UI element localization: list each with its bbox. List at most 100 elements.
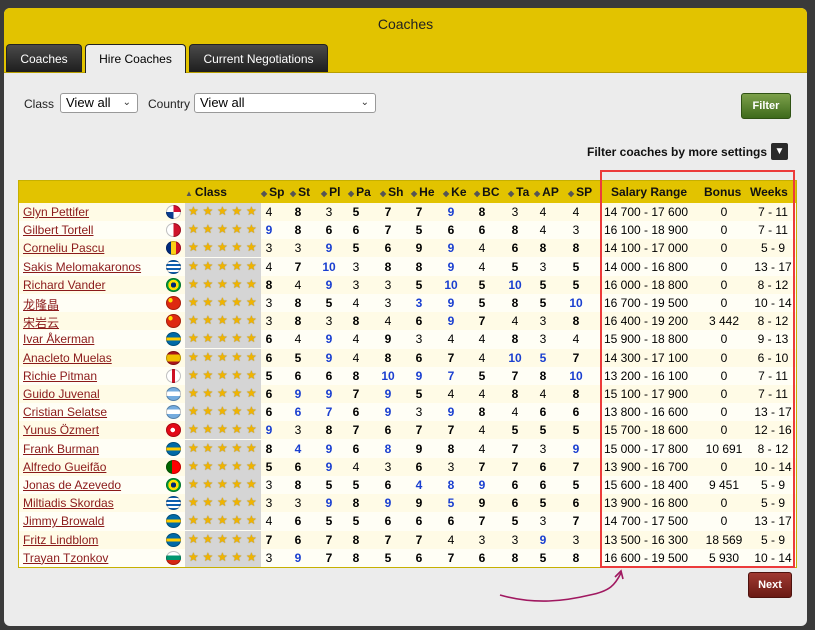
col-spt[interactable]: ◆ SP bbox=[568, 185, 592, 199]
col-st[interactable]: ◆ St bbox=[290, 185, 310, 199]
coach-name-link[interactable]: Guido Juvenal bbox=[23, 387, 100, 401]
cell-sh: 6 bbox=[384, 423, 392, 438]
col-ta-label: Ta bbox=[516, 185, 530, 199]
coach-name-link[interactable]: Ivar Åkerman bbox=[23, 332, 94, 346]
class-stars: ★ ★ ★ ★ ★ bbox=[185, 348, 261, 367]
star-icon: ★ bbox=[217, 276, 228, 291]
cell-pl: 8 bbox=[325, 423, 333, 438]
sweden-flag-icon bbox=[166, 332, 181, 347]
cell-he: 6 bbox=[415, 314, 423, 329]
col-pl[interactable]: ◆ Pl bbox=[321, 185, 341, 199]
col-sp[interactable]: ◆ Sp bbox=[261, 185, 285, 199]
col-class[interactable]: ▲ Class bbox=[185, 185, 227, 199]
chevron-down-icon: ⌄ bbox=[360, 97, 369, 108]
country-select[interactable]: View all ⌄ bbox=[194, 93, 376, 113]
cell-pa: 3 bbox=[352, 277, 360, 292]
coach-name-link[interactable]: Alfredo Gueifão bbox=[23, 460, 106, 474]
coach-name-link[interactable]: Richard Vander bbox=[23, 278, 106, 292]
col-ke-label: Ke bbox=[451, 185, 467, 199]
col-ap[interactable]: ◆ AP bbox=[534, 185, 559, 199]
cell-he: 5 bbox=[415, 387, 423, 401]
cell-spt: 6 bbox=[572, 496, 580, 511]
coach-name-link[interactable]: Yunus Özmert bbox=[23, 423, 99, 437]
col-bc[interactable]: ◆ BC bbox=[474, 185, 500, 199]
star-icon: ★ bbox=[202, 276, 214, 291]
star-icon: ★ bbox=[217, 222, 228, 237]
coach-name-link[interactable]: Glyn Pettifer bbox=[23, 205, 89, 219]
cell-sh: 9 bbox=[384, 387, 392, 401]
filter-button[interactable]: Filter bbox=[741, 93, 791, 119]
coach-name-link[interactable]: 宋岩云 bbox=[23, 314, 59, 331]
coach-name-link[interactable]: Richie Pitman bbox=[23, 369, 97, 383]
class-select[interactable]: View all ⌄ bbox=[60, 93, 138, 113]
tab-current-negotiations[interactable]: Current Negotiations bbox=[189, 44, 328, 72]
cell-pa: 4 bbox=[352, 296, 360, 310]
cell-he: 8 bbox=[415, 259, 423, 274]
star-icon: ★ bbox=[231, 404, 243, 419]
star-icon: ★ bbox=[188, 513, 199, 528]
brazil-flag-icon bbox=[166, 277, 181, 292]
col-ta[interactable]: ◆ Ta bbox=[508, 185, 529, 199]
coach-name-link[interactable]: Cristian Selatse bbox=[23, 405, 107, 419]
coach-name-link[interactable]: Fritz Lindblom bbox=[23, 533, 98, 547]
star-icon: ★ bbox=[202, 549, 214, 564]
china-flag-icon bbox=[166, 314, 181, 329]
cell-pl: 9 bbox=[325, 241, 333, 256]
coach-name-link[interactable]: 龙隆晶 bbox=[23, 296, 59, 313]
coach-name-link[interactable]: Frank Burman bbox=[23, 442, 99, 456]
star-icon: ★ bbox=[246, 313, 257, 328]
coach-name-link[interactable]: Jonas de Azevedo bbox=[23, 478, 121, 492]
cell-ta: 10 bbox=[508, 277, 522, 292]
cell-spt: 4 bbox=[572, 205, 580, 219]
star-icon: ★ bbox=[231, 440, 243, 455]
col-he[interactable]: ◆ He bbox=[411, 185, 435, 199]
star-icon: ★ bbox=[202, 258, 214, 273]
star-icon: ★ bbox=[202, 331, 214, 346]
expand-settings-icon[interactable]: ▼ bbox=[771, 143, 788, 160]
cell-sp: 7 bbox=[265, 532, 273, 547]
next-button[interactable]: Next bbox=[748, 572, 792, 598]
coach-name-link[interactable]: Miltiadis Skordas bbox=[23, 496, 114, 510]
class-stars: ★ ★ ★ ★ ★ bbox=[185, 275, 261, 294]
coach-name-link[interactable]: Anacleto Muelas bbox=[23, 351, 112, 365]
star-icon: ★ bbox=[246, 222, 257, 237]
sweden-flag-icon bbox=[166, 441, 181, 456]
greece-flag-icon bbox=[166, 496, 181, 511]
tab-coaches[interactable]: Coaches bbox=[6, 44, 82, 72]
star-icon: ★ bbox=[188, 422, 199, 437]
cell-he: 6 bbox=[415, 459, 423, 474]
cell-pa: 5 bbox=[352, 241, 360, 256]
coach-name-link[interactable]: Trayan Tzonkov bbox=[23, 551, 108, 565]
cell-ap: 6 bbox=[539, 478, 547, 492]
col-sh[interactable]: ◆ Sh bbox=[380, 185, 404, 199]
col-pl-label: Pl bbox=[329, 185, 341, 199]
coach-name-link[interactable]: Gilbert Tortell bbox=[23, 223, 93, 237]
star-icon: ★ bbox=[231, 349, 243, 364]
star-icon: ★ bbox=[188, 549, 199, 564]
cell-bc: 6 bbox=[478, 223, 486, 238]
cell-bc: 5 bbox=[478, 368, 486, 383]
cell-st: 8 bbox=[294, 296, 302, 310]
star-icon: ★ bbox=[246, 367, 257, 382]
col-ke[interactable]: ◆ Ke bbox=[443, 185, 467, 199]
cell-he: 7 bbox=[415, 205, 423, 219]
star-icon: ★ bbox=[188, 386, 199, 400]
col-pa[interactable]: ◆ Pa bbox=[348, 185, 371, 199]
col-pa-label: Pa bbox=[356, 185, 371, 199]
cell-he: 9 bbox=[415, 368, 423, 383]
cell-spt: 5 bbox=[572, 478, 580, 492]
tab-hire-coaches[interactable]: Hire Coaches bbox=[85, 44, 186, 73]
cell-sp: 3 bbox=[265, 296, 273, 310]
cell-ke: 4 bbox=[447, 332, 455, 347]
coach-name-link[interactable]: Jimmy Browald bbox=[23, 514, 104, 528]
country-select-value: View all bbox=[200, 95, 245, 110]
more-settings-label[interactable]: Filter coaches by more settings bbox=[587, 145, 767, 159]
cell-pa: 5 bbox=[352, 478, 360, 492]
cell-ta: 8 bbox=[511, 296, 519, 310]
cell-he: 3 bbox=[415, 405, 423, 420]
cell-sp: 3 bbox=[265, 550, 273, 565]
cell-ke: 6 bbox=[447, 223, 455, 238]
coach-name-link[interactable]: Corneliu Pascu bbox=[23, 241, 104, 255]
cell-ke: 8 bbox=[447, 478, 455, 492]
coach-name-link[interactable]: Sakis Melomakaronos bbox=[23, 260, 141, 274]
